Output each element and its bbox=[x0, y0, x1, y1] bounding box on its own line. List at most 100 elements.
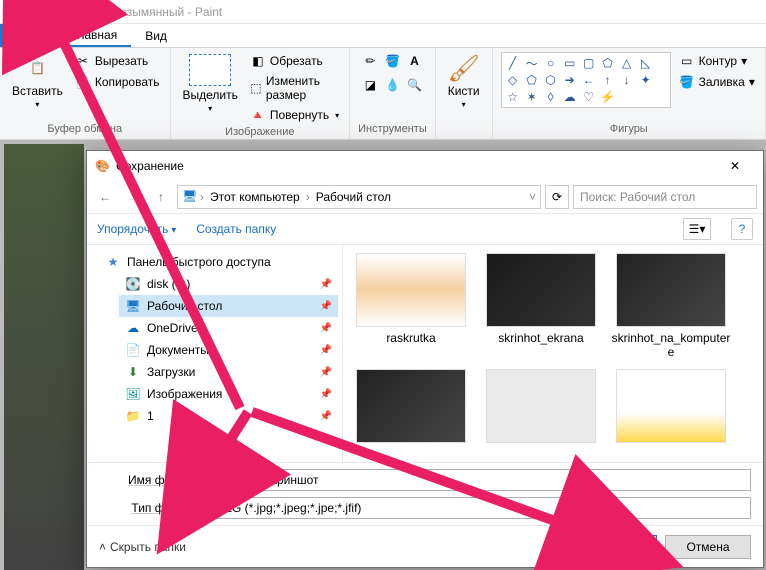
eraser-icon[interactable]: ◪ bbox=[361, 76, 379, 94]
tree-label: Рабочий стол bbox=[147, 299, 222, 313]
crumb-desktop[interactable]: Рабочий стол bbox=[312, 190, 395, 204]
tree-item-pictures[interactable]: 🖼Изображения📌 bbox=[119, 383, 338, 405]
shape-diamond[interactable]: ◇ bbox=[505, 73, 521, 87]
save-icon[interactable]: 💾 bbox=[24, 4, 40, 20]
shape-cloud[interactable]: ☁ bbox=[562, 90, 578, 104]
shape-rtri[interactable]: ◺ bbox=[638, 56, 654, 70]
filename-input[interactable] bbox=[203, 469, 751, 491]
hide-folders-button[interactable]: ˄Скрыть папки bbox=[99, 540, 186, 554]
search-input[interactable]: Поиск: Рабочий стол bbox=[573, 185, 757, 209]
tree-label: Изображения bbox=[147, 387, 222, 401]
shape-hex[interactable]: ⬡ bbox=[543, 73, 559, 87]
tree-label: Загрузки bbox=[147, 365, 195, 379]
file-item[interactable]: raskrutka bbox=[351, 253, 471, 359]
hide-folders-label: Скрыть папки bbox=[110, 540, 186, 554]
tree-item-onedrive[interactable]: ☁OneDrive📌 bbox=[119, 317, 338, 339]
shape-roundrect[interactable]: ▢ bbox=[581, 56, 597, 70]
shape-heart[interactable]: ♡ bbox=[581, 90, 597, 104]
copy-button[interactable]: 📄Копировать bbox=[73, 73, 162, 91]
group-tools: ✏ 🪣 A ◪ 💧 🔍 Инструменты bbox=[350, 48, 436, 139]
file-item[interactable] bbox=[481, 369, 601, 443]
redo-icon[interactable]: ↷ bbox=[64, 4, 80, 20]
shape-pent[interactable]: ⬠ bbox=[524, 73, 540, 87]
tree-label: Панель быстрого доступа bbox=[127, 255, 271, 269]
paste-button[interactable]: 📋 Вставить ▾ bbox=[8, 52, 67, 111]
chevron-down-icon[interactable]: ˅ bbox=[529, 190, 536, 204]
rotate-button[interactable]: 🔺Повернуть▾ bbox=[248, 106, 341, 124]
tree-item-folder1[interactable]: 📁1📌 bbox=[119, 405, 338, 427]
shape-tri[interactable]: △ bbox=[619, 56, 635, 70]
cut-label: Вырезать bbox=[95, 54, 148, 68]
organize-button[interactable]: Упорядочить bbox=[97, 222, 176, 236]
zoom-icon[interactable]: 🔍 bbox=[405, 76, 423, 94]
select-button[interactable]: Выделить ▾ bbox=[179, 52, 242, 115]
crumb-computer[interactable]: Этот компьютер bbox=[206, 190, 304, 204]
nav-up-button[interactable]: ↑ bbox=[149, 185, 173, 209]
help-button[interactable]: ? bbox=[731, 218, 753, 240]
shape-star4[interactable]: ✦ bbox=[638, 73, 654, 87]
folder-icon: 📁 bbox=[125, 408, 141, 424]
undo-icon[interactable]: ↶ bbox=[44, 4, 60, 20]
file-item[interactable]: skrinhot_ekrana bbox=[481, 253, 601, 359]
shape-poly[interactable]: ⬠ bbox=[600, 56, 616, 70]
fill-label: Заливка bbox=[699, 75, 745, 89]
resize-button[interactable]: ⬚Изменить размер bbox=[248, 73, 341, 103]
view-button[interactable]: ☰▾ bbox=[683, 218, 711, 240]
shape-star6[interactable]: ✶ bbox=[524, 90, 540, 104]
shape-arrowr[interactable]: ➔ bbox=[562, 73, 578, 87]
newfolder-button[interactable]: Создать папку bbox=[196, 222, 276, 236]
filetype-select[interactable] bbox=[203, 497, 751, 519]
text-icon[interactable]: A bbox=[405, 52, 423, 70]
bucket-icon[interactable]: 🪣 bbox=[383, 52, 401, 70]
shape-arrowl[interactable]: ← bbox=[581, 73, 597, 87]
brush-icon: 🖌 bbox=[450, 54, 478, 82]
picker-icon[interactable]: 💧 bbox=[383, 76, 401, 94]
fill-button[interactable]: 🪣Заливка ▾ bbox=[677, 73, 757, 91]
brushes-button[interactable]: 🖌 Кисти ▾ bbox=[444, 52, 484, 111]
refresh-button[interactable]: ⟳ bbox=[545, 185, 569, 209]
pencil-icon[interactable]: ✏ bbox=[361, 52, 379, 70]
file-item[interactable] bbox=[611, 369, 731, 443]
shape-star5[interactable]: ☆ bbox=[505, 90, 521, 104]
address-bar[interactable]: 🖥 › Этот компьютер › Рабочий стол ˅ bbox=[177, 185, 541, 209]
nav-fwd-button[interactable]: → bbox=[121, 185, 145, 209]
tab-view[interactable]: Вид bbox=[131, 24, 181, 47]
crop-button[interactable]: ◧Обрезать bbox=[248, 52, 341, 70]
shape-oval[interactable]: ○ bbox=[543, 56, 559, 70]
copy-icon: 📄 bbox=[75, 74, 91, 90]
thumbnail bbox=[356, 369, 466, 443]
chevron-right-icon: › bbox=[306, 190, 310, 204]
tree-item-desktop[interactable]: 🖥Рабочий стол📌 bbox=[119, 295, 338, 317]
tree-item-disk[interactable]: 💽disk (F:)📌 bbox=[119, 273, 338, 295]
tree-item-documents[interactable]: 📄Документы📌 bbox=[119, 339, 338, 361]
shape-rect[interactable]: ▭ bbox=[562, 56, 578, 70]
dialog-toolbar: Упорядочить Создать папку ☰▾ ? bbox=[87, 213, 763, 245]
shape-line[interactable]: ╱ bbox=[505, 56, 521, 70]
file-item[interactable]: skrinhot_na_komputere bbox=[611, 253, 731, 359]
shape-curve[interactable]: 〜 bbox=[524, 56, 540, 70]
canvas-image bbox=[4, 144, 84, 570]
outline-button[interactable]: ▭Контур ▾ bbox=[677, 52, 757, 70]
file-item[interactable] bbox=[351, 369, 471, 443]
save-button[interactable]: Сохранить bbox=[571, 535, 657, 559]
shapes-gallery[interactable]: ╱〜○▭▢⬠△◺ ◇⬠⬡➔←↑↓✦ ☆✶◊☁♡⚡ bbox=[501, 52, 671, 108]
rotate-icon: 🔺 bbox=[250, 107, 266, 123]
tab-file[interactable]: Файл bbox=[0, 24, 58, 47]
outline-label: Контур bbox=[699, 54, 737, 68]
tree-quick-access[interactable]: ★Панель быстрого доступа bbox=[99, 251, 338, 273]
select-icon bbox=[189, 54, 231, 86]
resize-label: Изменить размер bbox=[266, 74, 339, 102]
tab-home[interactable]: Главная bbox=[58, 24, 132, 47]
tree-item-downloads[interactable]: ⬇Загрузки📌 bbox=[119, 361, 338, 383]
shape-arrowd[interactable]: ↓ bbox=[619, 73, 635, 87]
shape-callout[interactable]: ◊ bbox=[543, 90, 559, 104]
thumbnail bbox=[486, 369, 596, 443]
close-button[interactable]: ✕ bbox=[715, 154, 755, 178]
shape-arrowu[interactable]: ↑ bbox=[600, 73, 616, 87]
documents-icon: 📄 bbox=[125, 342, 141, 358]
cancel-button[interactable]: Отмена bbox=[665, 535, 751, 559]
cut-button[interactable]: ✂Вырезать bbox=[73, 52, 162, 70]
nav-back-button[interactable]: ← bbox=[93, 185, 117, 209]
shape-bolt[interactable]: ⚡ bbox=[600, 90, 616, 104]
ribbon: 📋 Вставить ▾ ✂Вырезать 📄Копировать Буфер… bbox=[0, 48, 766, 140]
